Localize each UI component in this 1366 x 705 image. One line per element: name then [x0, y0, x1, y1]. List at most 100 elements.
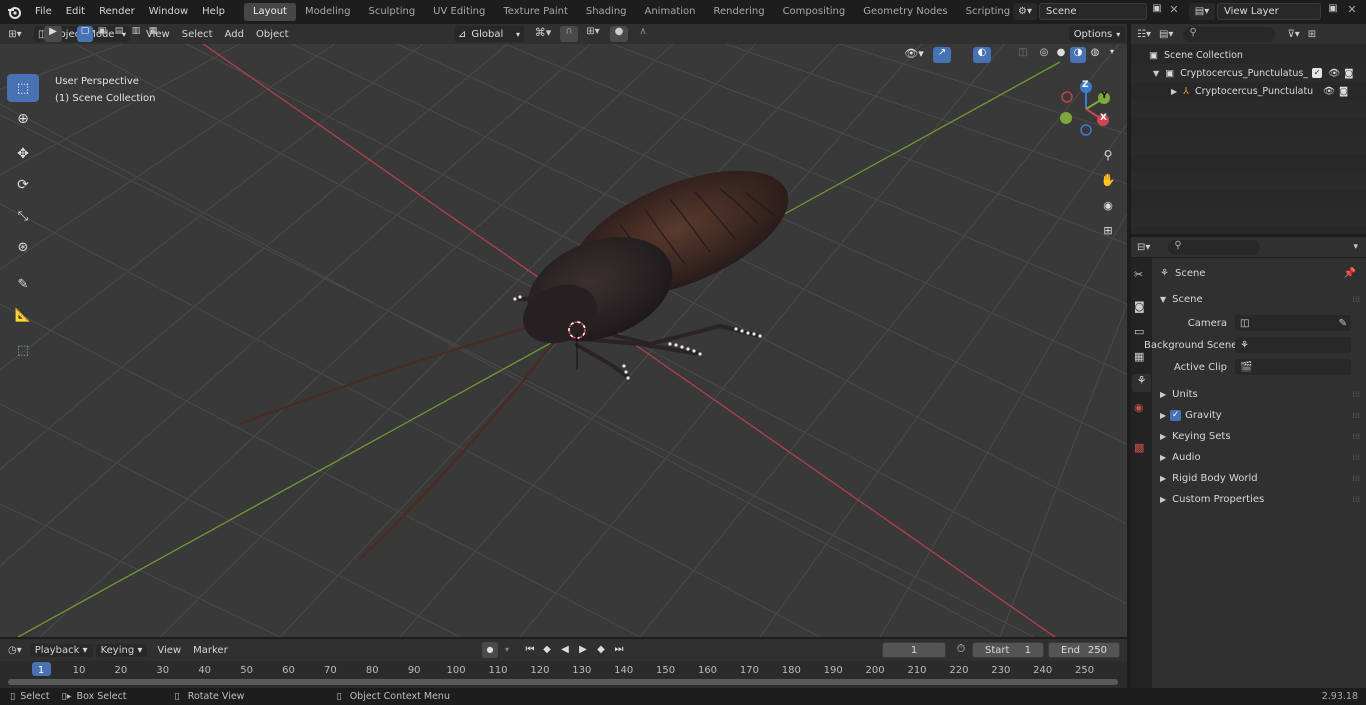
options-button[interactable]: Options ▾ [1069, 26, 1125, 42]
drag-handle-icon[interactable]: ⁞⁞⁞ [1352, 411, 1360, 420]
active-clip-field[interactable]: 🎬 [1235, 359, 1351, 375]
tab-layout[interactable]: Layout [243, 3, 296, 21]
tool-measure[interactable]: 📐 [7, 301, 39, 329]
menu-timeline-view[interactable]: View [151, 645, 187, 656]
section-keying-sets[interactable]: ▶ Keying Sets ⁞⁞⁞ [1152, 426, 1366, 446]
pan-hand-icon[interactable]: ✋ [1097, 169, 1119, 191]
navigation-gizmo[interactable]: Z Y X [1055, 78, 1117, 140]
start-frame-field[interactable]: Start 1 [972, 642, 1044, 658]
menu-file[interactable]: File [28, 1, 59, 23]
view-layer-tab-icon[interactable]: ▦ [1134, 350, 1144, 363]
menu-add[interactable]: Add [219, 29, 250, 40]
drag-handle-icon[interactable]: ⁞⁞⁞ [1352, 453, 1360, 462]
section-audio[interactable]: ▶ Audio ⁞⁞⁞ [1152, 447, 1366, 467]
end-frame-field[interactable]: End 250 [1048, 642, 1120, 658]
shading-rendered-icon[interactable]: ◍ [1087, 47, 1103, 63]
section-custom-properties[interactable]: ▶ Custom Properties ⁞⁞⁞ [1152, 489, 1366, 509]
stopwatch-icon[interactable]: ⏱ [953, 642, 969, 658]
new-collection-icon[interactable]: ⊞ [1308, 29, 1316, 40]
scene-tab-icon[interactable]: ⚘ [1132, 374, 1151, 392]
scene-close-icon[interactable]: ✕ [1167, 3, 1181, 19]
blender-logo-icon[interactable] [0, 1, 28, 23]
snap-icon[interactable]: ∩ [560, 26, 578, 42]
select-tool-icon[interactable]: ▶ [44, 26, 62, 42]
shading-material-icon[interactable]: ◑ [1070, 47, 1086, 63]
select-mode-new-icon[interactable]: ▢ [77, 26, 93, 42]
view-layer-type-icon[interactable]: ▤▾ [1189, 3, 1215, 20]
shading-options-icon[interactable]: ▾ [1105, 47, 1119, 63]
menu-object[interactable]: Object [250, 29, 295, 40]
menu-render[interactable]: Render [92, 1, 142, 23]
scene-copy-icon[interactable]: ▣ [1149, 3, 1165, 19]
tool-transform[interactable]: ⊛ [7, 233, 39, 261]
gizmo-toggle-icon[interactable]: ↗ [933, 47, 951, 63]
editor-type-icon[interactable]: ⊞▾ [0, 29, 30, 40]
drag-handle-icon[interactable]: ⁞⁞⁞ [1352, 432, 1360, 441]
world-tab-icon[interactable]: ◉ [1134, 401, 1144, 414]
tab-geometry-nodes[interactable]: Geometry Nodes [854, 3, 956, 21]
shading-solid-icon[interactable]: ● [1053, 47, 1069, 63]
xray-icon[interactable]: ◫ [1015, 47, 1031, 63]
select-mode-subtract-icon[interactable]: ▤ [111, 26, 127, 42]
eye-icon[interactable]: 👁 [1323, 86, 1335, 97]
camera-render-icon[interactable]: ◙ [1344, 68, 1353, 79]
tab-sculpting[interactable]: Sculpting [359, 3, 424, 21]
3d-viewport[interactable]: User Perspective (1) Scene Collection Z … [0, 44, 1127, 637]
pin-icon[interactable]: 📌 [1344, 268, 1356, 279]
menu-playback[interactable]: Playback ▾ [29, 643, 93, 657]
menu-window[interactable]: Window [142, 1, 195, 23]
camera-view-icon[interactable]: ◉ [1097, 194, 1119, 216]
section-units[interactable]: ▶ Units ⁞⁞⁞ [1152, 384, 1366, 404]
properties-options-icon[interactable]: ▾ [1353, 242, 1358, 252]
section-gravity[interactable]: ▶ ✓ Gravity ⁞⁞⁞ [1152, 405, 1366, 425]
current-frame-field[interactable]: 1 [882, 642, 946, 658]
outliner-search-input[interactable]: ⚲ [1183, 26, 1276, 42]
scene-panel-header[interactable]: ▼ Scene ⁞⁞⁞ [1152, 289, 1366, 309]
perspective-toggle-icon[interactable]: ⊞ [1097, 219, 1119, 241]
view-layer-close-icon[interactable]: ✕ [1345, 3, 1359, 19]
tab-rendering[interactable]: Rendering [704, 3, 773, 21]
scene-name-field[interactable]: Scene [1039, 3, 1147, 20]
orientation-selector[interactable]: ⊿ Global ▾ [454, 26, 524, 42]
drag-handle-icon[interactable]: ⁞⁞⁞ [1352, 474, 1360, 483]
outliner-editor-icon[interactable]: ☷▾ [1137, 29, 1151, 40]
tool-move[interactable]: ✥ [7, 140, 39, 168]
expand-arrow-icon[interactable]: ▶ [1171, 87, 1177, 96]
snap-target-icon[interactable]: ⊞▾ [580, 26, 606, 42]
timeline-scrollbar[interactable] [8, 679, 1118, 685]
tab-texture-paint[interactable]: Texture Paint [494, 3, 577, 21]
tool-scale[interactable]: ⤡ [7, 202, 39, 230]
properties-search-input[interactable]: ⚲ [1168, 239, 1261, 255]
drag-handle-icon[interactable]: ⁞⁞⁞ [1352, 295, 1360, 304]
eye-icon[interactable]: 👁 [1328, 68, 1340, 79]
visibility-icon[interactable]: 👁▾ [902, 47, 926, 63]
pivot-icon[interactable]: ⌘▾ [530, 26, 556, 42]
camera-field[interactable]: ◫ ✎ [1235, 315, 1351, 331]
tab-uv-editing[interactable]: UV Editing [424, 3, 494, 21]
eyedropper-icon[interactable]: ✎ [1339, 318, 1347, 329]
filter-icon[interactable]: ⊽▾ [1287, 29, 1299, 40]
jump-start-icon[interactable]: ⏮ [522, 642, 538, 658]
background-scene-field[interactable]: ⚘ [1235, 337, 1351, 353]
select-mode-extend-icon[interactable]: ▣ [94, 26, 110, 42]
tool-add-cube[interactable]: ⬚ [7, 336, 39, 364]
menu-select[interactable]: Select [176, 29, 219, 40]
prev-keyframe-icon[interactable]: ◆ [539, 642, 555, 658]
gravity-checkbox[interactable]: ✓ [1170, 409, 1182, 421]
tool-annotate[interactable]: ✎ [7, 270, 39, 298]
tab-modeling[interactable]: Modeling [296, 3, 360, 21]
timeline-editor-icon[interactable]: ◷▾ [8, 645, 22, 656]
drag-handle-icon[interactable]: ⁞⁞⁞ [1352, 495, 1360, 504]
play-icon[interactable]: ▶ [575, 642, 591, 658]
record-button[interactable]: ● [482, 642, 498, 658]
tab-animation[interactable]: Animation [636, 3, 705, 21]
camera-render-icon[interactable]: ◙ [1339, 86, 1348, 97]
tool-rotate[interactable]: ⟳ [7, 171, 39, 199]
outliner-row-collection[interactable]: ▼ ▣ Cryptocercus_Punctulatus_00 ✓ 👁 ◙ [1131, 64, 1366, 82]
scene-type-icon[interactable]: ⚙▾ [1013, 3, 1037, 20]
zoom-icon[interactable]: ⚲ [1097, 144, 1119, 166]
outliner-row-object[interactable]: ▶ ⅄ Cryptocercus_Punctulatu 👁 ◙ [1131, 82, 1366, 100]
render-tab-icon[interactable]: ◙ [1134, 300, 1145, 313]
menu-marker[interactable]: Marker [187, 645, 234, 656]
next-keyframe-icon[interactable]: ◆ [593, 642, 609, 658]
